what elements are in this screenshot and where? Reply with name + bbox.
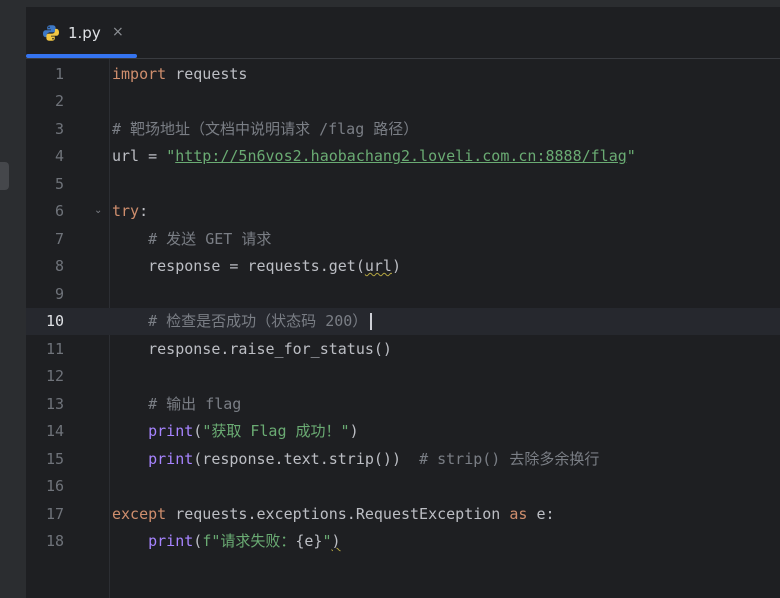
- format-expression: {e}: [295, 532, 323, 550]
- line-number: 9: [54, 285, 64, 303]
- url-link[interactable]: http://5n6vos2.haobachang2.loveli.com.cn…: [175, 147, 627, 165]
- tool-window-strip: [0, 7, 26, 598]
- string-quote: ": [626, 147, 636, 165]
- code-fragment: (response.text.strip()): [193, 450, 420, 468]
- string-literal: f"请求失败：: [202, 532, 296, 550]
- code-line: 17 except requests.exceptions.RequestExc…: [26, 501, 780, 528]
- tab-1-py[interactable]: 1.py ×: [26, 7, 139, 58]
- line-number: 16: [45, 477, 64, 495]
- comment: # 输出 flag: [112, 395, 242, 413]
- code-fragment: [112, 422, 148, 440]
- code-line: 15 print(response.text.strip()) # strip(…: [26, 446, 780, 473]
- code-text: try:: [112, 203, 148, 220]
- code-text: response = requests.get(url): [112, 258, 401, 275]
- comment: # 检查是否成功（状态码 200）: [112, 312, 368, 330]
- line-number: 6: [54, 202, 64, 220]
- python-icon: [43, 25, 59, 41]
- current-code-line: 10 # 检查是否成功（状态码 200）: [26, 308, 780, 335]
- code-text: import requests: [112, 66, 247, 83]
- code-fragment: url =: [112, 147, 167, 165]
- code-text: url = "http://5n6vos2.haobachang2.loveli…: [112, 148, 636, 165]
- builtin-function: print: [148, 532, 194, 550]
- line-number: 11: [45, 340, 64, 358]
- code-line: 14 print("获取 Flag 成功！"): [26, 418, 780, 445]
- code-text: response.raise_for_status(): [112, 340, 392, 358]
- window-top-bar: [0, 0, 780, 7]
- code-fragment: e:: [527, 505, 555, 523]
- code-fragment: ): [349, 422, 359, 440]
- code-text: # 检查是否成功（状态码 200）: [112, 312, 373, 330]
- line-number: 15: [45, 450, 64, 468]
- line-number: 5: [54, 175, 64, 193]
- line-number: 4: [54, 147, 64, 165]
- line-number: 8: [54, 257, 64, 275]
- code-fragment: :: [139, 202, 149, 220]
- string-literal: ": [322, 532, 332, 550]
- keyword: except: [112, 505, 167, 523]
- code-fragment: (: [193, 422, 203, 440]
- line-number: 18: [45, 532, 64, 550]
- line-number: 10: [45, 312, 64, 330]
- code-line: 13 # 输出 flag: [26, 391, 780, 418]
- code-line: 3 # 靶场地址（文档中说明请求 /flag 路径）: [26, 116, 780, 143]
- editor-tab-bar: 1.py ×: [26, 7, 780, 59]
- code-line: 11 response.raise_for_status(): [26, 336, 780, 363]
- code-fragment: requests: [166, 65, 248, 83]
- code-line: 6 ⌄ try:: [26, 198, 780, 225]
- string-literal: "获取 Flag 成功！": [202, 422, 350, 440]
- code-fragment: url: [364, 257, 392, 275]
- text-caret: [370, 313, 373, 330]
- line-number: 13: [45, 395, 64, 413]
- code-line: 7 # 发送 GET 请求: [26, 226, 780, 253]
- code-text: except requests.exceptions.RequestExcept…: [112, 506, 555, 523]
- code-fragment: requests.exceptions.RequestException: [166, 505, 510, 523]
- code-line: 8 response = requests.get(url): [26, 253, 780, 280]
- builtin-function: print: [148, 422, 194, 440]
- code-line: 5: [26, 171, 780, 198]
- line-number: 12: [45, 367, 64, 385]
- code-text: print("获取 Flag 成功！"): [112, 422, 359, 440]
- tool-window-handle[interactable]: [0, 162, 9, 190]
- code-line: 12: [26, 363, 780, 390]
- comment: # 靶场地址（文档中说明请求 /flag 路径）: [112, 120, 419, 138]
- line-number: 17: [45, 505, 64, 523]
- code-text: print(response.text.strip()) # strip() 去…: [112, 451, 599, 468]
- code-fragment: ): [331, 532, 341, 550]
- line-number: 2: [54, 92, 64, 110]
- tab-label: 1.py: [68, 24, 101, 42]
- code-fragment: [112, 450, 148, 468]
- close-icon[interactable]: ×: [112, 23, 124, 41]
- code-fragment: response = requests.get(: [112, 257, 365, 275]
- comment: # strip() 去除多余换行: [419, 450, 600, 468]
- code-fragment: (: [193, 532, 203, 550]
- code-line: 16: [26, 473, 780, 500]
- keyword: try: [112, 202, 140, 220]
- code-text: print(f"请求失败：{e}"): [112, 532, 341, 550]
- code-line: 18 print(f"请求失败：{e}"): [26, 528, 780, 555]
- keyword: as: [509, 505, 528, 523]
- code-editor[interactable]: 1 import requests 2 3 # 靶场地址（文档中说明请求 /fl…: [26, 59, 780, 598]
- fold-chevron-icon[interactable]: ⌄: [94, 205, 102, 217]
- line-number: 7: [54, 230, 64, 248]
- code-fragment: ): [391, 257, 401, 275]
- code-line: 2: [26, 88, 780, 115]
- comment: # 发送 GET 请求: [112, 230, 272, 248]
- code-fragment: [112, 532, 148, 550]
- code-line: 1 import requests: [26, 61, 780, 88]
- line-number: 14: [45, 422, 64, 440]
- string-quote: ": [166, 147, 176, 165]
- keyword: import: [112, 65, 167, 83]
- active-tab-indicator: [26, 54, 137, 58]
- builtin-function: print: [148, 450, 194, 468]
- line-number: 3: [54, 120, 64, 138]
- line-number: 1: [54, 65, 64, 83]
- code-line: 4 url = "http://5n6vos2.haobachang2.love…: [26, 143, 780, 170]
- code-line: 9: [26, 281, 780, 308]
